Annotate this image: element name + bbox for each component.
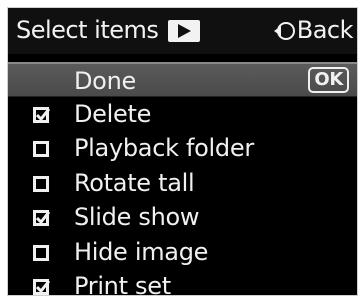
ok-button-icon: OK: [308, 67, 349, 93]
menu-item-rotate-tall[interactable]: Rotate tall: [8, 166, 357, 201]
menu-item-delete[interactable]: Delete: [8, 97, 357, 132]
menu-item-hide-image[interactable]: Hide image: [8, 235, 357, 270]
camera-menu-screen: Select items Back Done OK Delete Playbac…: [7, 7, 358, 296]
checked-checkbox-icon[interactable]: [33, 279, 50, 295]
back-label: Back: [296, 16, 354, 44]
done-label: Done: [74, 67, 136, 95]
menu-header: Select items Back: [8, 8, 357, 54]
unchecked-checkbox-icon[interactable]: [33, 175, 49, 192]
menu-item-label: Print set: [74, 272, 171, 296]
play-icon: [168, 20, 200, 42]
unchecked-checkbox-icon[interactable]: [33, 141, 49, 157]
menu-item-label: Hide image: [74, 237, 209, 266]
checked-checkbox-icon[interactable]: [33, 210, 50, 226]
done-row[interactable]: Done OK: [8, 62, 357, 97]
menu-item-label: Rotate tall: [74, 168, 195, 197]
menu-item-print-set[interactable]: Print set: [8, 269, 357, 296]
page-title: Select items: [16, 16, 159, 44]
menu-item-label: Playback folder: [74, 134, 254, 162]
menu-item-slide-show[interactable]: Slide show: [8, 200, 357, 235]
back-button[interactable]: Back: [273, 15, 354, 45]
menu-list: Done OK Delete Playback folder Rotate ta…: [8, 62, 357, 296]
unchecked-checkbox-icon[interactable]: [33, 244, 49, 261]
menu-item-playback-folder[interactable]: Playback folder: [8, 131, 357, 166]
checked-checkbox-icon[interactable]: [33, 106, 50, 123]
back-arrow-icon: [273, 22, 295, 40]
menu-item-label: Delete: [74, 99, 152, 128]
menu-item-label: Slide show: [74, 203, 200, 231]
